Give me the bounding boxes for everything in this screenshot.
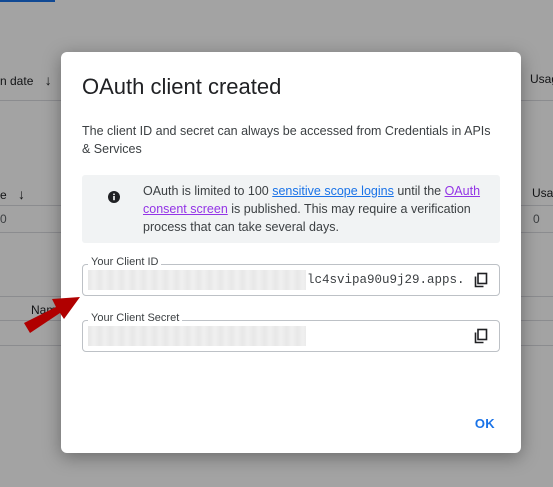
oauth-client-created-dialog: OAuth client created The client ID and s…	[61, 52, 521, 453]
info-banner: OAuth is limited to 100 sensitive scope …	[82, 175, 500, 243]
dialog-title: OAuth client created	[82, 74, 282, 99]
redacted-area	[88, 270, 306, 290]
copy-icon[interactable]	[473, 272, 489, 288]
client-id-value[interactable]: lc4svipa90u9j29.apps.gc	[307, 273, 462, 287]
info-text: OAuth is limited to 100 sensitive scope …	[143, 184, 481, 234]
ok-button[interactable]: OK	[475, 416, 495, 431]
client-secret-label: Your Client Secret	[88, 312, 183, 324]
copy-icon[interactable]	[473, 328, 489, 344]
client-id-field[interactable]: Your Client ID lc4svipa90u9j29.apps.gc	[82, 256, 500, 296]
client-id-label: Your Client ID	[88, 256, 162, 268]
red-arrow-annotation-icon	[24, 297, 80, 333]
client-secret-field[interactable]: Your Client Secret	[82, 312, 500, 352]
redacted-area	[88, 326, 306, 346]
sensitive-scope-logins-link[interactable]: sensitive scope logins	[272, 184, 394, 198]
info-icon	[108, 191, 120, 203]
dialog-description: The client ID and secret can always be a…	[82, 124, 491, 156]
